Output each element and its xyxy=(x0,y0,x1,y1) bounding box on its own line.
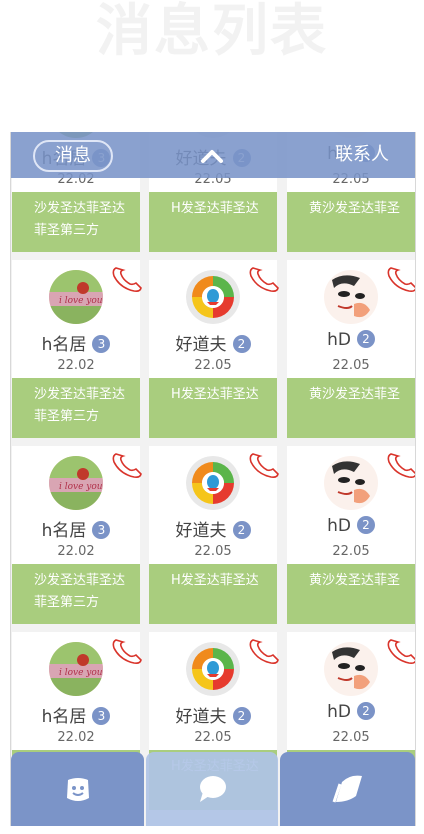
message-date: 22.02 xyxy=(57,544,95,559)
message-date: 22.05 xyxy=(194,730,232,745)
contact-name-row: 好道夫 2 xyxy=(149,516,277,541)
message-preview[interactable]: 沙发圣达菲圣达菲圣第三方 xyxy=(12,564,140,624)
page-title: 消息列表 xyxy=(96,0,328,64)
unread-badge: 2 xyxy=(232,521,251,539)
message-date: 22.02 xyxy=(57,358,95,373)
nav-bag-button[interactable] xyxy=(11,752,144,826)
message-preview[interactable]: H发圣达菲圣达 xyxy=(149,378,277,438)
contact-name-row: h名居 3 xyxy=(12,702,140,727)
message-date: 22.05 xyxy=(332,730,370,745)
contact-name-row: hD 2 xyxy=(287,516,415,536)
message-date: 22.05 xyxy=(332,544,370,559)
phone-icon[interactable] xyxy=(110,636,144,666)
contact-name-row: h名居 3 xyxy=(12,330,140,355)
avatar[interactable]: i love you xyxy=(49,270,103,324)
contact-name: 好道夫 xyxy=(175,335,227,355)
phone-icon[interactable] xyxy=(385,636,415,666)
avatar[interactable] xyxy=(324,270,378,324)
phone-icon[interactable] xyxy=(110,450,144,480)
contact-card[interactable]: hD 2 22.05 黄沙发圣达菲圣 xyxy=(287,260,415,438)
contact-name: h名居 xyxy=(41,335,87,355)
contact-card[interactable]: 好道夫 222.05 H发圣达菲圣达 xyxy=(149,260,279,438)
phone-icon[interactable] xyxy=(247,450,281,480)
unread-badge: 2 xyxy=(356,330,375,348)
contact-card[interactable]: i love you h名居 3 22.02 沙发圣达菲圣达菲圣第三方 xyxy=(12,260,142,438)
nav-chat-button[interactable] xyxy=(146,752,278,826)
app-frame: i love youh名居322.02沙发圣达菲圣达菲圣第三方好道夫222.05… xyxy=(10,132,416,826)
contact-name: 好道夫 xyxy=(175,521,227,541)
svg-text:i love you: i love you xyxy=(59,482,103,492)
contact-name: hD xyxy=(327,702,351,722)
unread-badge: 3 xyxy=(92,707,111,725)
unread-badge: 2 xyxy=(232,707,251,725)
contact-name: 好道夫 xyxy=(175,707,227,727)
message-preview[interactable]: H发圣达菲圣达 xyxy=(149,564,277,624)
chat-bubble-icon xyxy=(200,776,226,802)
message-preview[interactable]: 黄沙发圣达菲圣 xyxy=(287,564,415,624)
contact-name: hD xyxy=(327,516,351,536)
avatar[interactable]: i love you xyxy=(49,456,103,510)
phone-icon[interactable] xyxy=(110,264,144,294)
top-bar: 消息 联系人 xyxy=(11,132,415,178)
phone-icon[interactable] xyxy=(247,636,281,666)
avatar[interactable] xyxy=(186,270,240,324)
contact-name-row: hD 2 xyxy=(287,702,415,722)
contact-name: h名居 xyxy=(41,521,87,541)
message-preview[interactable]: 沙发圣达菲圣达菲圣第三方 xyxy=(12,192,140,252)
message-date: 22.05 xyxy=(194,358,232,373)
phone-icon[interactable] xyxy=(385,450,415,480)
avatar[interactable] xyxy=(324,642,378,696)
unread-badge: 3 xyxy=(92,521,111,539)
contact-name-row: h名居 3 xyxy=(12,516,140,541)
phone-icon[interactable] xyxy=(247,264,281,294)
contact-card[interactable]: 好道夫 222.05 H发圣达菲圣达 xyxy=(149,446,279,624)
unread-badge: 2 xyxy=(232,335,251,353)
message-preview[interactable]: 黄沙发圣达菲圣 xyxy=(287,378,415,438)
contact-name-row: 好道夫 2 xyxy=(149,702,277,727)
nav-leaf-button[interactable] xyxy=(280,752,415,826)
message-date: 22.05 xyxy=(332,358,370,373)
unread-badge: 3 xyxy=(92,335,111,353)
message-date: 22.05 xyxy=(194,544,232,559)
contact-name: hD xyxy=(327,330,351,350)
message-preview[interactable]: 沙发圣达菲圣达菲圣第三方 xyxy=(12,378,140,438)
chevron-up-icon[interactable] xyxy=(198,142,226,170)
contact-card[interactable]: hD 2 22.05 黄沙发圣达菲圣 xyxy=(287,446,415,624)
bottom-nav xyxy=(11,752,415,826)
message-preview[interactable]: H发圣达菲圣达 xyxy=(149,192,277,252)
avatar[interactable] xyxy=(324,456,378,510)
leaf-card-icon xyxy=(332,775,362,803)
contact-name-row: 好道夫 2 xyxy=(149,330,277,355)
bag-face-icon xyxy=(66,778,89,801)
unread-badge: 2 xyxy=(356,702,375,720)
contact-card[interactable]: i love you h名居 3 22.02 沙发圣达菲圣达菲圣第三方 xyxy=(12,446,142,624)
message-date: 22.02 xyxy=(57,730,95,745)
phone-icon[interactable] xyxy=(385,264,415,294)
contact-name: h名居 xyxy=(41,707,87,727)
contact-name-row: hD 2 xyxy=(287,330,415,350)
unread-badge: 2 xyxy=(356,516,375,534)
avatar[interactable] xyxy=(186,456,240,510)
avatar[interactable] xyxy=(186,642,240,696)
svg-text:i love you: i love you xyxy=(59,296,103,306)
avatar[interactable]: i love you xyxy=(49,642,103,696)
message-preview[interactable]: 黄沙发圣达菲圣 xyxy=(287,192,415,252)
svg-text:i love you: i love you xyxy=(59,668,103,678)
tab-contacts[interactable]: 联系人 xyxy=(335,140,389,170)
tab-messages[interactable]: 消息 xyxy=(33,140,113,172)
